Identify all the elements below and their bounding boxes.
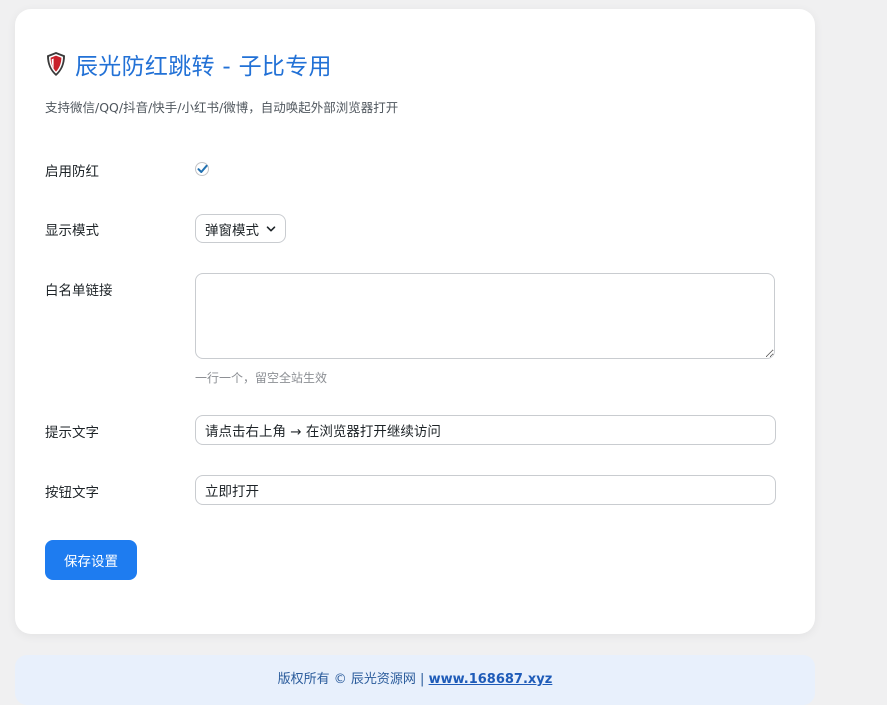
checkmark-icon (197, 164, 208, 173)
footer-link[interactable]: www.168687.xyz (429, 672, 553, 687)
display-mode-value: 弹窗模式 (205, 222, 259, 239)
display-mode-select[interactable]: 弹窗模式 (195, 214, 286, 243)
footer: 版权所有 © 辰光资源网 | www.168687.xyz (15, 655, 815, 705)
chevron-down-icon (266, 226, 276, 232)
title-row: 辰光防红跳转 - 子比专用 (45, 47, 332, 81)
button-text-input[interactable] (195, 475, 776, 505)
whitelist-label: 白名单链接 (45, 283, 113, 299)
enable-label: 启用防红 (45, 164, 99, 180)
page-subtitle: 支持微信/QQ/抖音/快手/小红书/微博，自动唤起外部浏览器打开 (45, 100, 399, 115)
whitelist-textarea[interactable] (195, 273, 775, 359)
whitelist-hint: 一行一个，留空全站生效 (195, 371, 328, 385)
tip-text-label: 提示文字 (45, 425, 99, 441)
shield-icon (45, 51, 67, 77)
page-title: 辰光防红跳转 - 子比专用 (75, 54, 332, 80)
enable-checkbox[interactable] (195, 162, 209, 176)
save-button[interactable]: 保存设置 (45, 540, 137, 580)
button-text-label: 按钮文字 (45, 485, 99, 501)
settings-card: 辰光防红跳转 - 子比专用 支持微信/QQ/抖音/快手/小红书/微博，自动唤起外… (15, 9, 815, 634)
tip-text-input[interactable] (195, 415, 776, 445)
display-mode-label: 显示模式 (45, 223, 99, 239)
footer-copyright: 版权所有 © 辰光资源网 | (277, 672, 429, 687)
